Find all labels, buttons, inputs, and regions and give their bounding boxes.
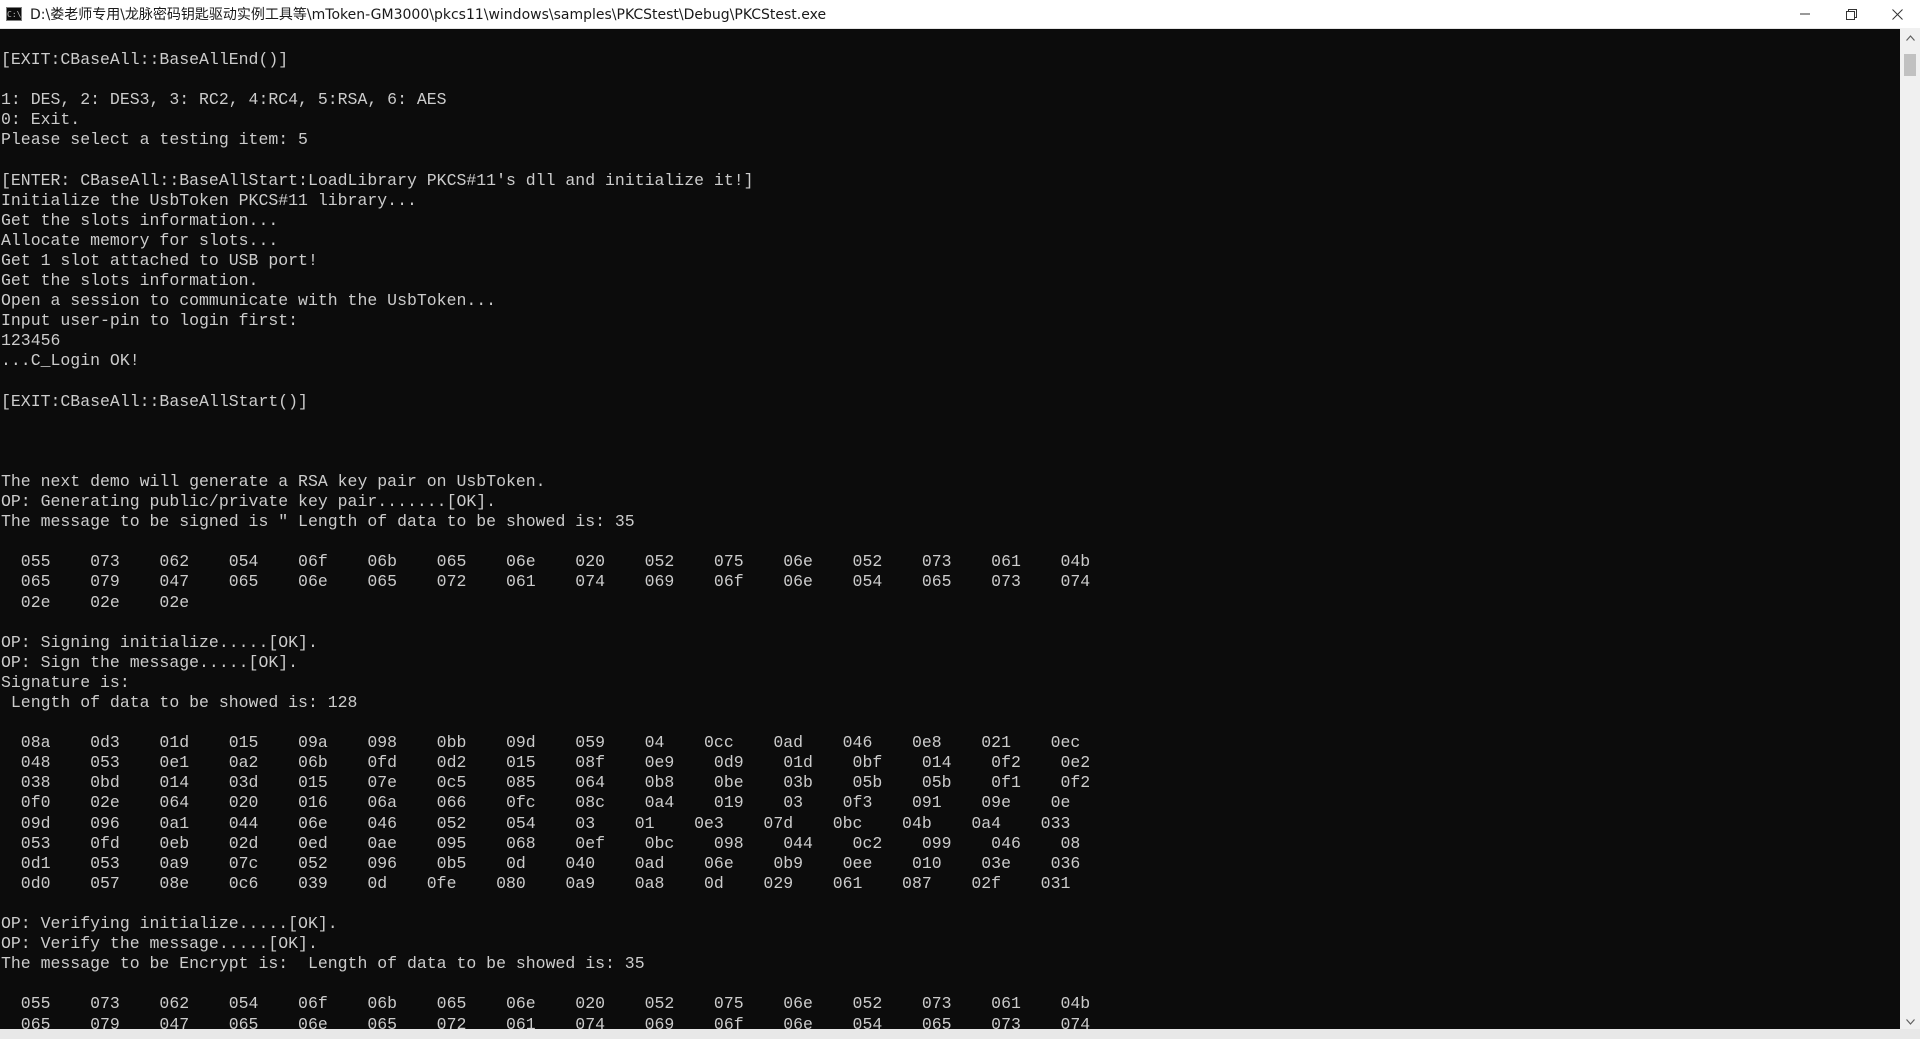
console-line: ...C_Login OK!: [1, 351, 140, 371]
console-line: Get 1 slot attached to USB port!: [1, 250, 318, 270]
console-line: Initialize the UsbToken PKCS#11 library.…: [1, 190, 417, 210]
console-output-area[interactable]: [EXIT:CBaseAll::BaseAllEnd()] 1: DES, 2:…: [0, 28, 1900, 1029]
console-line: OP: Signing initialize.....[OK].: [1, 632, 318, 652]
console-line: 065 079 047 065 06e 065 072 061 074 069 …: [1, 572, 1091, 592]
minimize-icon: [1800, 9, 1810, 19]
console-line: 053 0fd 0eb 02d 0ed 0ae 095 068 0ef 0bc …: [1, 833, 1081, 853]
console-line: 0d1 053 0a9 07c 052 096 0b5 0d 040 0ad 0…: [1, 853, 1081, 873]
title-bar[interactable]: C:\ D:\娄老师专用\龙脉密码钥匙驱动实例工具等\mToken-GM3000…: [0, 0, 1920, 29]
console-line: Length of data to be showed is: 128: [1, 693, 358, 712]
console-line: 048 053 0e1 0a2 06b 0fd 0d2 015 08f 0e9 …: [1, 753, 1091, 773]
restore-button[interactable]: [1828, 0, 1874, 28]
console-line: 08a 0d3 01d 015 09a 098 0bb 09d 059 04 0…: [1, 733, 1081, 753]
console-line: OP: Sign the message.....[OK].: [1, 652, 299, 672]
scroll-down-button[interactable]: [1900, 1012, 1920, 1029]
minimize-button[interactable]: [1782, 0, 1828, 28]
console-line: The next demo will generate a RSA key pa…: [1, 471, 546, 491]
console-line: OP: Generating public/private key pair..…: [1, 492, 497, 512]
console-line: 02e 02e 02e: [1, 592, 190, 612]
console-line: Please select a testing item: 5: [1, 130, 308, 150]
console-line: Open a session to communicate with the U…: [1, 291, 497, 311]
console-window: C:\ D:\娄老师专用\龙脉密码钥匙驱动实例工具等\mToken-GM3000…: [0, 0, 1920, 1039]
console-line: 065 079 047 065 06e 065 072 061 074 069 …: [1, 1014, 1091, 1030]
console-line: Get the slots information...: [1, 210, 279, 230]
console-line: 055 073 062 054 06f 06b 065 06e 020 052 …: [1, 994, 1091, 1014]
close-button[interactable]: [1874, 0, 1920, 28]
console-line: 055 073 062 054 06f 06b 065 06e 020 052 …: [1, 552, 1091, 572]
console-line: 0f0 02e 064 020 016 06a 066 0fc 08c 0a4 …: [1, 793, 1071, 813]
console-line: 0: Exit.: [1, 110, 81, 130]
console-line: 0d0 057 08e 0c6 039 0d 0fe 080 0a9 0a8 0…: [1, 873, 1071, 893]
scroll-up-button[interactable]: [1900, 28, 1920, 45]
console-line: OP: Verifying initialize.....[OK].: [1, 914, 338, 934]
taskbar-edge: [0, 1029, 1920, 1039]
console-line: Input user-pin to login first:: [1, 311, 299, 331]
scroll-down-arrow-icon: [1905, 1012, 1915, 1030]
console-line: [ENTER: CBaseAll::BaseAllStart:LoadLibra…: [1, 170, 754, 190]
console-line: Allocate memory for slots...: [1, 230, 279, 250]
console-line: 1: DES, 2: DES3, 3: RC2, 4:RC4, 5:RSA, 6…: [1, 90, 447, 110]
console-line: The message to be signed is " Length of …: [1, 512, 635, 532]
console-line: 123456: [1, 331, 61, 351]
console-line: 09d 096 0a1 044 06e 046 052 054 03 01 0e…: [1, 813, 1071, 833]
console-line: Signature is:: [1, 672, 130, 692]
scroll-up-arrow-icon: [1905, 28, 1915, 46]
window-controls: [1782, 0, 1920, 28]
console-line: OP: Verify the message.....[OK].: [1, 934, 318, 954]
console-line: 038 0bd 014 03d 015 07e 0c5 085 064 0b8 …: [1, 773, 1091, 793]
scrollbar-thumb[interactable]: [1904, 54, 1916, 76]
console-output-text: [EXIT:CBaseAll::BaseAllEnd()] 1: DES, 2:…: [0, 28, 1900, 1029]
restore-icon: [1845, 8, 1857, 20]
console-line: [EXIT:CBaseAll::BaseAllStart()]: [1, 391, 308, 411]
vertical-scrollbar[interactable]: [1900, 28, 1920, 1029]
console-app-icon: C:\: [6, 7, 22, 21]
console-line: [EXIT:CBaseAll::BaseAllEnd()]: [1, 50, 289, 69]
close-icon: [1891, 8, 1903, 20]
console-line: Get the slots information.: [1, 271, 259, 291]
window-title: D:\娄老师专用\龙脉密码钥匙驱动实例工具等\mToken-GM3000\pkc…: [30, 7, 827, 23]
console-line: The message to be Encrypt is: Length of …: [1, 954, 645, 974]
